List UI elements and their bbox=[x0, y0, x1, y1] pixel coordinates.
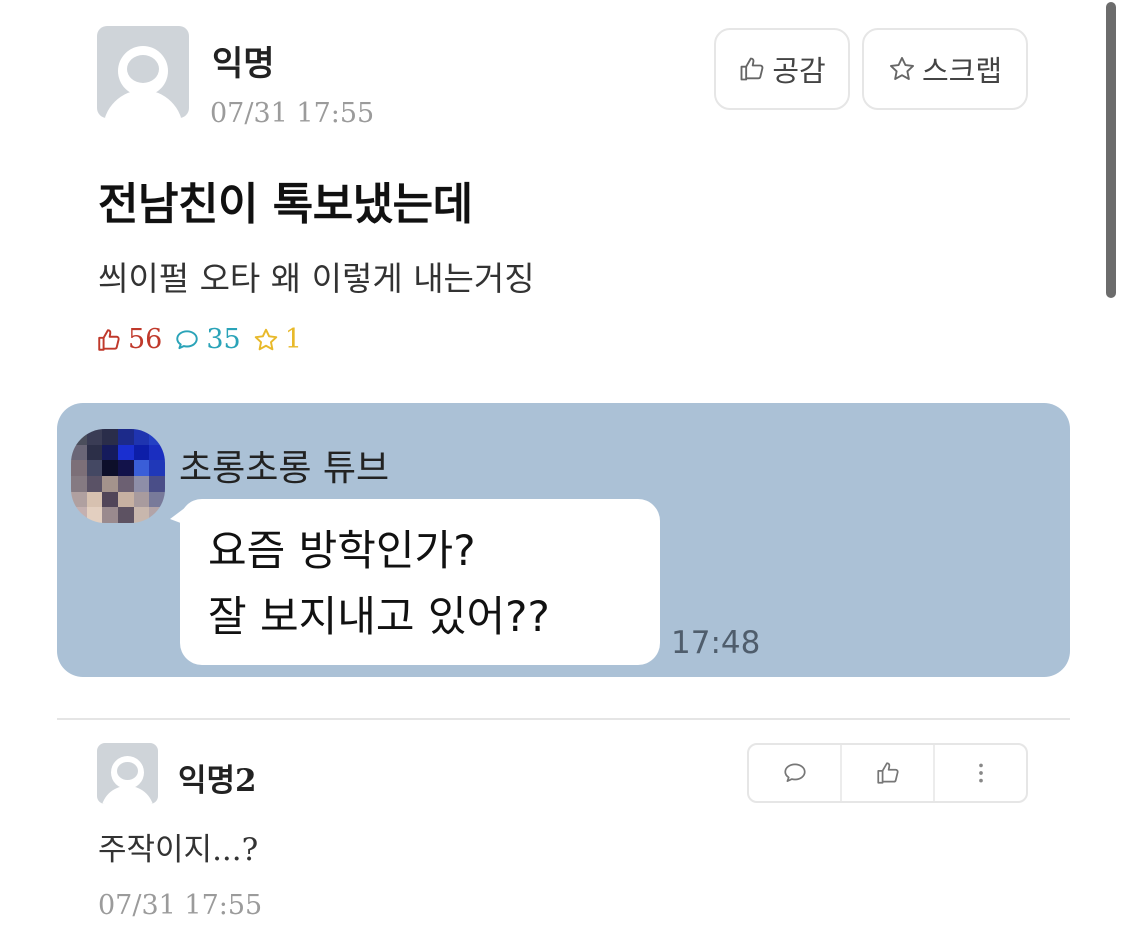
thumbs-up-icon bbox=[98, 328, 120, 351]
chat-message-line: 잘 보지내고 있어?? bbox=[208, 592, 550, 641]
chat-time: 17:48 bbox=[671, 625, 761, 661]
scrap-button-label: 스크랩 bbox=[921, 54, 1003, 88]
like-count: 56 bbox=[96, 324, 162, 355]
comment-icon bbox=[176, 329, 199, 349]
scrap-button[interactable]: 스크랩 bbox=[862, 28, 1028, 110]
thumbs-up-icon bbox=[876, 762, 899, 784]
reply-button[interactable] bbox=[749, 745, 842, 801]
chat-screenshot: 초롱초롱 튜브 요즘 방학인가? 잘 보지내고 있어?? 17:48 bbox=[57, 403, 1070, 677]
like-button-label: 공감 bbox=[772, 54, 826, 88]
chat-message-line: 요즘 방학인가? bbox=[208, 526, 476, 575]
post-author: 익명 bbox=[212, 44, 275, 84]
scrap-count: 1 bbox=[253, 324, 302, 355]
post-body: 씌이펄 오타 왜 이렇게 내는거징 bbox=[98, 259, 535, 298]
comment-more-button[interactable] bbox=[935, 745, 1026, 801]
star-icon bbox=[254, 328, 277, 350]
comment-avatar bbox=[97, 743, 158, 804]
comment-author: 익명2 bbox=[178, 763, 257, 799]
more-icon bbox=[978, 763, 983, 783]
post-stats: 56 35 1 bbox=[96, 324, 314, 355]
like-button[interactable]: 공감 bbox=[714, 28, 850, 110]
sender-avatar bbox=[71, 429, 165, 523]
post-title: 전남친이 톡보냈는데 bbox=[98, 179, 473, 230]
post-time: 07/31 17:55 bbox=[210, 98, 375, 129]
comment-text: 주작이지...? bbox=[98, 832, 259, 868]
scrap-count-value: 1 bbox=[284, 324, 302, 355]
comment-count-value: 35 bbox=[206, 324, 241, 355]
chat-bubble: 요즘 방학인가? 잘 보지내고 있어?? bbox=[170, 499, 660, 665]
chat-sender-name: 초롱초롱 튜브 bbox=[179, 448, 390, 489]
comment-time: 07/31 17:55 bbox=[98, 890, 263, 921]
comment-actions bbox=[747, 743, 1028, 803]
divider bbox=[57, 718, 1070, 720]
thumbs-up-icon bbox=[740, 57, 764, 81]
like-count-value: 56 bbox=[128, 324, 163, 355]
comment-count: 35 bbox=[174, 324, 241, 355]
scrollbar[interactable] bbox=[1106, 2, 1116, 298]
comment-like-button[interactable] bbox=[842, 745, 935, 801]
star-icon bbox=[889, 56, 914, 80]
comment-icon bbox=[783, 763, 806, 782]
author-avatar bbox=[97, 26, 189, 118]
